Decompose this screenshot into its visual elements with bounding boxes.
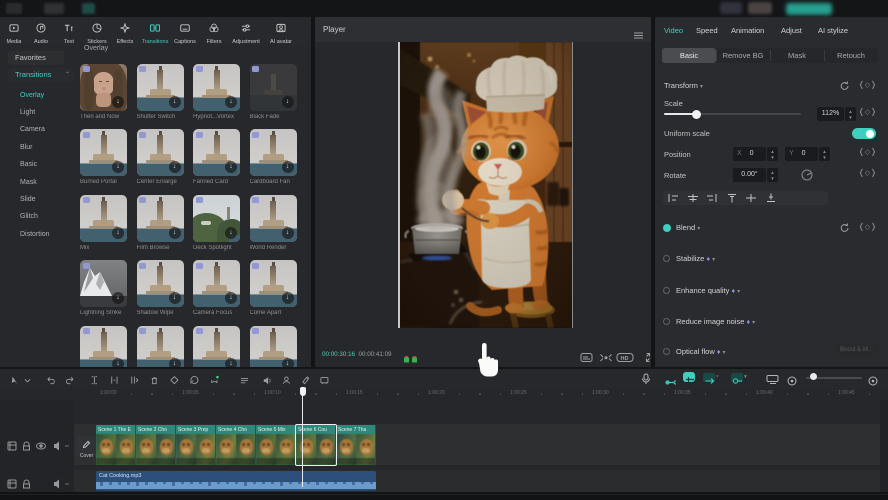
svg-text:HD: HD (621, 356, 629, 362)
